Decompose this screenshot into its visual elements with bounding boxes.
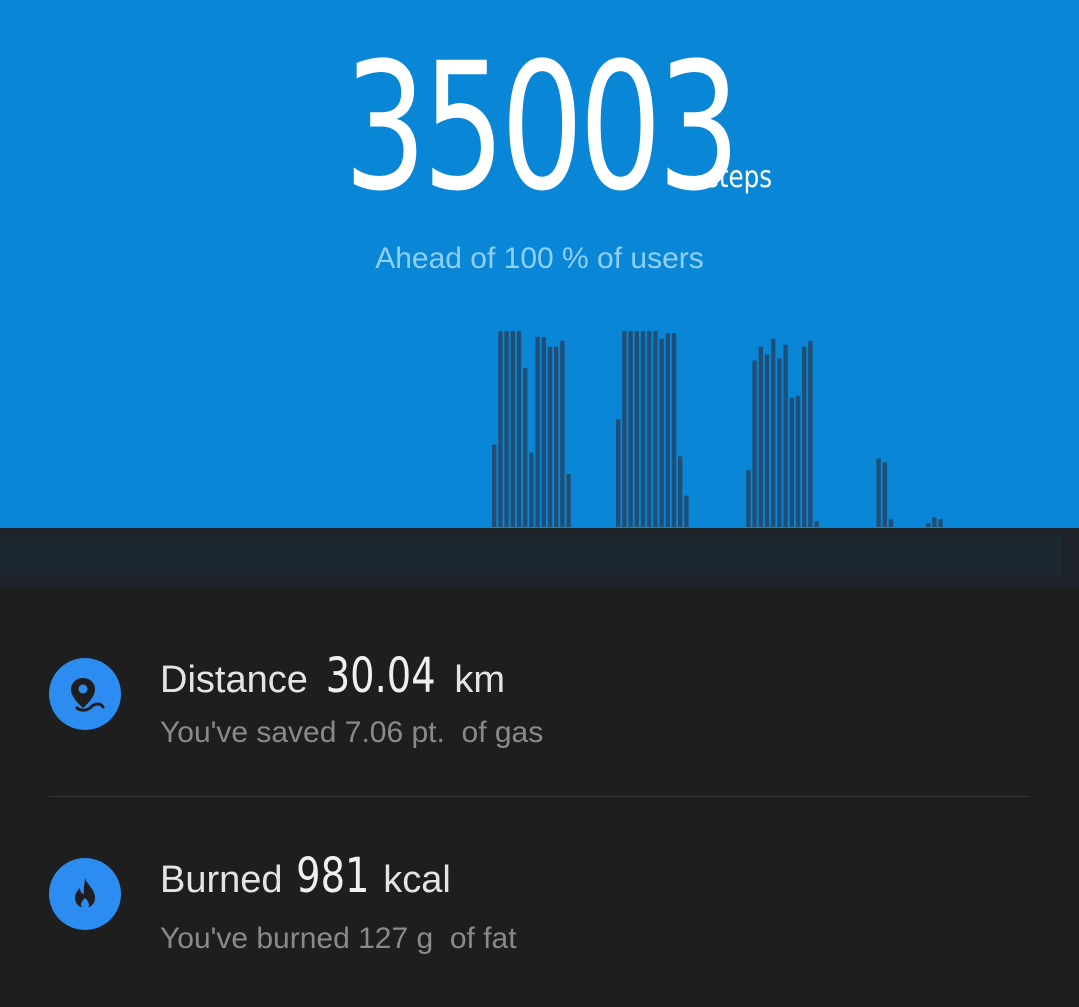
activity-bar: [752, 360, 757, 527]
activity-bar: [888, 519, 894, 527]
activity-bar: [523, 368, 528, 527]
distance-unit: km: [454, 659, 506, 701]
activity-bar: [678, 456, 683, 527]
activity-bar: [566, 474, 571, 527]
activity-bar: [777, 358, 782, 527]
activity-bar: [640, 331, 646, 527]
activity-bar: [616, 419, 621, 527]
activity-bar: [554, 346, 559, 527]
activity-bar: [535, 336, 540, 527]
activity-bar: [560, 340, 565, 527]
activity-bar: [504, 331, 509, 527]
activity-bar: [498, 331, 503, 527]
activity-bar: [510, 331, 515, 527]
chart-shadow: [0, 536, 1062, 576]
activity-bar: [541, 336, 546, 527]
distance-label: Distance: [160, 659, 308, 701]
steps-unit-label: steps: [706, 160, 773, 195]
hourly-activity-chart: [492, 331, 943, 527]
activity-bar: [665, 333, 670, 527]
activity-bar: [659, 338, 664, 527]
calories-label: Burned: [160, 859, 283, 901]
activity-bar: [814, 521, 819, 527]
ranking-text: Ahead of 100 % of users: [375, 242, 704, 275]
activity-bar: [926, 523, 931, 527]
activity-bar: [547, 346, 553, 527]
activity-bar: [647, 331, 652, 527]
activity-bar: [802, 346, 807, 527]
activity-bar: [876, 458, 881, 527]
distance-subtitle: You've saved 7.06 pt. of gas: [160, 716, 544, 749]
activity-bar: [771, 338, 776, 527]
activity-bar: [764, 354, 770, 527]
activity-bar: [932, 517, 937, 527]
activity-bar: [492, 444, 497, 527]
activity-bar: [882, 462, 887, 527]
activity-bar: [671, 333, 677, 527]
activity-bar: [628, 331, 633, 527]
activity-bar: [789, 397, 794, 527]
activity-bar: [795, 395, 801, 527]
card-divider: [49, 796, 1030, 797]
calories-unit: kcal: [383, 859, 451, 901]
calories-title: Burned 981 kcal: [160, 848, 451, 904]
calories-card[interactable]: Burned 981 kcal You've burned 127 g of f…: [0, 818, 1079, 998]
distance-card[interactable]: Distance 30.04 km You've saved 7.06 pt. …: [0, 610, 1079, 790]
map-pin-route-icon: [49, 658, 121, 730]
activity-bar: [783, 344, 788, 527]
distance-title: Distance 30.04 km: [160, 648, 505, 704]
steps-summary-panel: 35003 steps Ahead of 100 % of users: [0, 0, 1079, 528]
activity-bar: [634, 331, 639, 527]
flame-icon: [49, 858, 121, 930]
calories-subtitle: You've burned 127 g of fat: [160, 922, 517, 955]
activity-bar: [746, 470, 751, 527]
activity-bar: [684, 495, 689, 527]
activity-bar: [938, 519, 943, 527]
activity-bar: [516, 331, 522, 527]
calories-value: 981: [296, 848, 370, 904]
distance-value: 30.04: [326, 648, 437, 704]
activity-bar: [808, 340, 813, 527]
steps-count: 35003: [343, 25, 740, 230]
activity-bar: [622, 331, 627, 527]
activity-bar: [529, 452, 534, 527]
activity-bar: [653, 331, 658, 527]
activity-bar: [758, 346, 763, 527]
